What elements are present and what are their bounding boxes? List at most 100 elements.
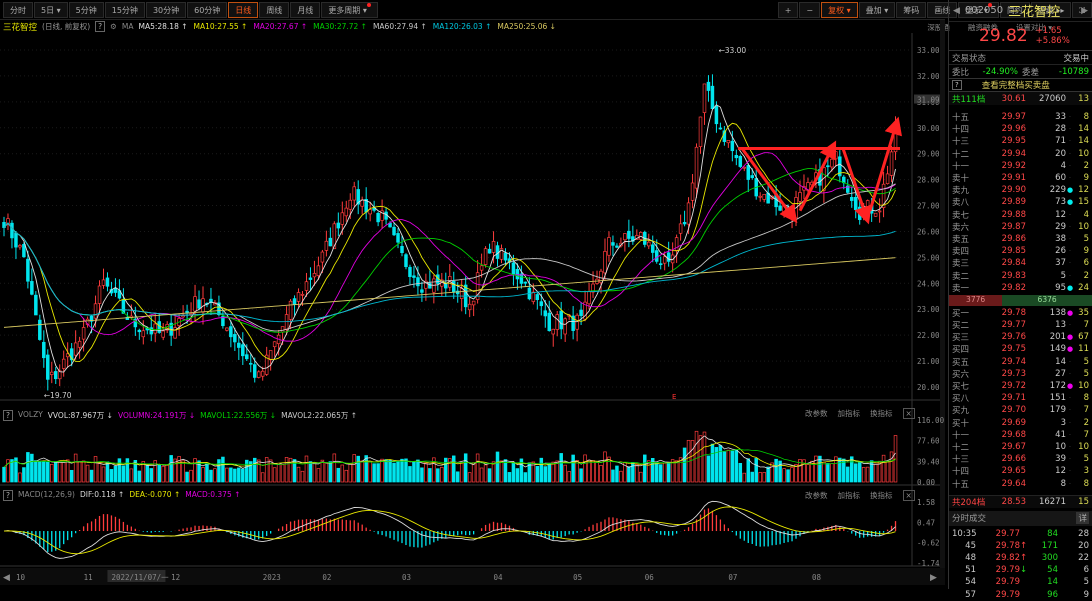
prev-stock-icon[interactable]: ◀ (953, 6, 960, 16)
volume-bar (654, 462, 659, 483)
candle (193, 296, 197, 312)
bid-row[interactable]: 买二 29.77 13 · 7 (949, 319, 1092, 331)
level-label: 买九 (952, 406, 970, 417)
pane-tool-0[interactable]: 改参数 (805, 408, 828, 419)
large-order-dot: ● (1066, 186, 1074, 195)
sell-ratio: 6376 (1002, 294, 1092, 306)
candle (312, 273, 317, 278)
ask-row[interactable]: 十一 29.92 4 · 2 (949, 160, 1092, 172)
pane-tool-3[interactable]: × (902, 408, 915, 419)
scroll-left-icon[interactable]: ◀ (3, 573, 10, 583)
pane-tool-2[interactable]: 换指标 (870, 490, 893, 501)
ask-row[interactable]: 卖四 29.85 26 · 9 (949, 245, 1092, 257)
full-book-button[interactable]: ? 查看完整档买卖盘 (949, 78, 1092, 92)
trade-volume: 96 (1047, 589, 1058, 600)
volume-bar (575, 460, 579, 483)
bid-row[interactable]: 买九 29.70 179 · 7 (949, 404, 1092, 416)
bid-row[interactable]: 买六 29.73 27 · 5 (949, 368, 1092, 380)
level-volume: 179 (1049, 405, 1066, 416)
ask-row[interactable]: 十三 29.95 71 · 14 (949, 135, 1092, 147)
level-volume: 20 (1055, 148, 1066, 159)
dea-value: DEA:-0.070 ↑ (129, 490, 181, 499)
candle (233, 334, 237, 343)
level-label: 卖六 (952, 222, 970, 233)
level-price: 29.76 (1001, 332, 1026, 343)
status-value: 交易中 (1063, 53, 1089, 64)
bid-row[interactable]: 买十 29.69 3 · 2 (949, 417, 1092, 429)
level-orders: 4 (1083, 209, 1089, 220)
ask-row[interactable]: 卖三 29.84 37 · 6 (949, 257, 1092, 269)
pane-tool-3[interactable]: × (902, 490, 915, 501)
ask-row[interactable]: 卖六 29.87 29 · 10 (949, 221, 1092, 233)
bid-row[interactable]: 十二 29.67 10 · 10 (949, 441, 1092, 453)
ask-row[interactable]: 卖八 29.89 73 ● 15 (949, 196, 1092, 208)
candle (396, 233, 400, 243)
candle (615, 245, 619, 248)
candle (658, 263, 663, 266)
volume-bar (105, 461, 110, 483)
ask-row[interactable]: 卖一 29.82 95 ● 24 (949, 282, 1092, 294)
help-icon[interactable]: ? (3, 490, 13, 501)
scroll-right-icon[interactable]: ▶ (930, 573, 937, 583)
candle (93, 303, 98, 319)
candle (877, 210, 882, 213)
bid-row[interactable]: 买三 29.76 201 ● 67 (949, 331, 1092, 343)
ask-row[interactable]: 卖五 29.86 38 · 5 (949, 233, 1092, 245)
bid-row[interactable]: 买一 29.78 138 ● 35 (949, 307, 1092, 319)
level-orders: 9 (1083, 173, 1089, 184)
macd-header: ? MACD(12,26,9) DIF:0.118 ↑ DEA:-0.070 ↑… (3, 490, 240, 501)
help-icon[interactable]: ? (3, 410, 13, 421)
large-order-dot: ● (1066, 345, 1074, 354)
ask-row[interactable]: 十二 29.94 20 · 10 (949, 148, 1092, 160)
vertical-scrollbar[interactable] (940, 20, 945, 570)
last-price: 29.82 (979, 26, 1028, 46)
bid-row[interactable]: 买五 29.74 14 · 5 (949, 356, 1092, 368)
level-price: 29.68 (1001, 429, 1026, 440)
volume-bar (455, 471, 460, 483)
large-order-dot: · (1068, 455, 1072, 464)
bid-row[interactable]: 买七 29.72 172 ● 10 (949, 380, 1092, 392)
bid-row[interactable]: 十四 29.65 12 · 3 (949, 465, 1092, 477)
trade-row: 48 29.82 ↑ 300 22 (949, 552, 1092, 564)
candle (623, 233, 627, 241)
level-volume: 37 (1055, 258, 1066, 269)
pane-tool-1[interactable]: 加指标 (838, 490, 861, 501)
bid-row[interactable]: 买四 29.75 149 ● 11 (949, 343, 1092, 355)
level-volume: 71 (1055, 136, 1066, 147)
volume-bar (555, 460, 559, 483)
volume-bar (69, 469, 74, 483)
ask-row[interactable]: 卖七 29.88 12 · 4 (949, 209, 1092, 221)
bid-row[interactable]: 十一 29.68 41 · 7 (949, 429, 1092, 441)
bid-row[interactable]: 买八 29.71 151 · 8 (949, 392, 1092, 404)
ask-row[interactable]: 卖九 29.90 229 ● 12 (949, 184, 1092, 196)
large-order-dot: · (1068, 479, 1072, 488)
next-stock-icon[interactable]: ▶ (1081, 6, 1088, 16)
level-volume: 41 (1055, 429, 1066, 440)
bid-row[interactable]: 十五 29.64 8 · 8 (949, 477, 1092, 490)
volume-bar (702, 431, 707, 483)
ask-row[interactable]: 卖二 29.83 5 · 2 (949, 269, 1092, 282)
volume-bar (101, 466, 106, 483)
level-orders: 10 (1078, 221, 1089, 232)
pane-tool-0[interactable]: 改参数 (805, 490, 828, 501)
bid-row[interactable]: 十三 29.66 39 · 5 (949, 453, 1092, 465)
level-orders: 10 (1078, 441, 1089, 452)
trades-detail-button[interactable]: 详 (1076, 512, 1089, 525)
level-orders: 3 (1083, 466, 1089, 477)
trade-row: 57 29.79 96 9 (949, 589, 1092, 601)
pane-tool-1[interactable]: 加指标 (838, 408, 861, 419)
level-price: 29.97 (1001, 112, 1026, 123)
level-price: 29.86 (1001, 233, 1026, 244)
volume-bar (591, 460, 595, 483)
ask-row[interactable]: 卖十 29.91 60 · 9 (949, 172, 1092, 184)
trade-count: 22 (1078, 553, 1089, 564)
price-tick: 29.00 (917, 150, 940, 159)
candle (535, 294, 540, 301)
level-label: 卖五 (952, 234, 970, 245)
trade-volume: 14 (1047, 577, 1058, 588)
large-order-dot: · (1068, 271, 1072, 280)
ask-row[interactable]: 十五 29.97 33 · 8 (949, 111, 1092, 123)
ask-row[interactable]: 十四 29.96 28 · 14 (949, 123, 1092, 135)
level-price: 29.73 (1001, 368, 1026, 379)
pane-tool-2[interactable]: 换指标 (870, 408, 893, 419)
